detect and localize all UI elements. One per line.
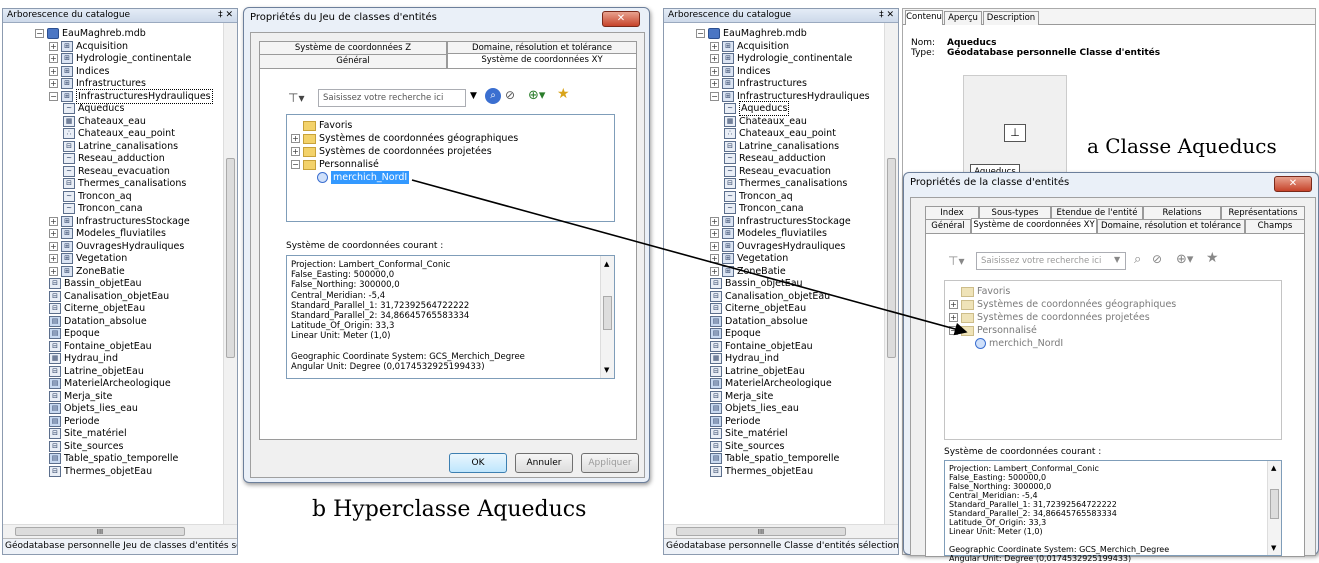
arrow-b-to-a	[411, 179, 968, 336]
projection-line: Angular Unit: Degree (0,0174532925199433…	[949, 554, 1132, 563]
annotation-arrows	[411, 179, 968, 336]
